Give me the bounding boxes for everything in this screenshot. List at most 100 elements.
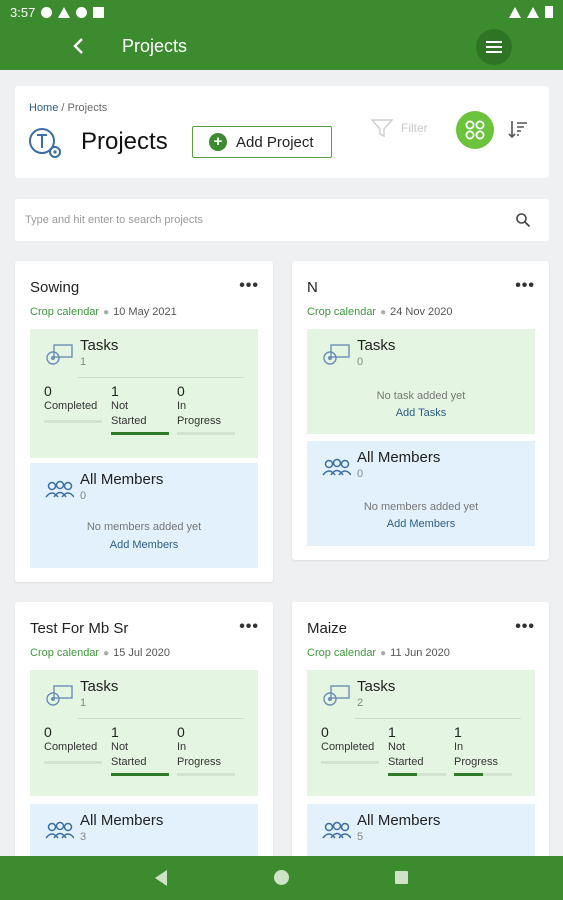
tasks-count: 1 <box>80 697 87 709</box>
tasks-title: Tasks <box>80 678 119 695</box>
no-members-message: No members added yet <box>363 501 479 513</box>
not-started-bar <box>111 432 169 435</box>
breadcrumb-home-link[interactable]: Home <box>29 102 58 114</box>
grid-view-toggle[interactable] <box>456 111 494 149</box>
tasks-divider <box>355 718 521 719</box>
signal-icon <box>527 6 539 18</box>
filter-button[interactable]: Filter <box>371 118 428 138</box>
page-title: Projects <box>81 128 168 155</box>
in-progress-bar <box>177 432 235 435</box>
sync-icon <box>76 6 88 18</box>
members-group-icon <box>45 480 74 498</box>
project-settings-icon <box>29 128 61 158</box>
completed-count: 0 <box>321 724 329 740</box>
search-bar <box>15 199 549 241</box>
not-started-bar <box>388 773 446 776</box>
sort-icon[interactable] <box>508 119 528 139</box>
meta-separator-dot: ● <box>380 306 387 318</box>
add-project-button[interactable]: + Add Project <box>192 126 332 158</box>
members-group-icon <box>322 458 351 476</box>
completed-bar <box>44 761 102 764</box>
members-section: All Members 5 <box>307 804 535 862</box>
not-started-bar-fill <box>111 432 169 435</box>
no-tasks-message: No task added yet <box>376 390 466 402</box>
in-progress-bar <box>177 773 235 776</box>
nav-back-icon[interactable] <box>155 870 167 886</box>
project-meta: Crop calendar ● 24 Nov 2020 <box>307 306 453 318</box>
nav-home-icon[interactable] <box>274 870 289 885</box>
menu-button[interactable] <box>476 29 512 65</box>
stat-not-started: 1 Not Started <box>388 724 446 776</box>
back-button[interactable] <box>66 33 92 59</box>
meta-separator-dot: ● <box>103 647 110 659</box>
in-progress-bar-fill <box>454 773 483 776</box>
project-card-maize[interactable]: Maize ••• Crop calendar ● 11 Jun 2020 Ta… <box>292 602 549 862</box>
stat-in-progress: 1 In Progress <box>454 724 512 776</box>
tasks-count: 1 <box>80 356 87 368</box>
add-project-label: Add Project <box>236 133 314 151</box>
add-members-link[interactable]: Add Members <box>307 518 535 530</box>
project-date: 10 May 2021 <box>113 306 177 318</box>
in-progress-label-1: In <box>454 741 464 753</box>
members-title: All Members <box>357 449 441 466</box>
projects-header: Home / Projects Projects + Add Project F… <box>15 86 549 178</box>
project-date: 11 Jun 2020 <box>390 647 450 659</box>
stat-completed: 0 Completed <box>44 383 102 423</box>
not-started-label-2: Started <box>388 756 424 768</box>
add-members-link[interactable]: Add Members <box>30 539 258 551</box>
meta-separator-dot: ● <box>103 306 110 318</box>
not-started-bar-fill <box>111 773 169 776</box>
not-started-label-1: Not <box>111 400 129 412</box>
tasks-title: Tasks <box>357 678 396 695</box>
project-card-sowing[interactable]: Sowing ••• Crop calendar ● 10 May 2021 T… <box>15 261 273 582</box>
tasks-section: Tasks 1 0 Completed 1 Not Started 0 In P… <box>30 670 258 796</box>
project-name: Test For Mb Sr <box>30 620 129 637</box>
project-card-n[interactable]: N ••• Crop calendar ● 24 Nov 2020 Tasks … <box>292 261 549 560</box>
filter-icon <box>371 119 393 138</box>
search-icon[interactable] <box>515 212 531 228</box>
more-options-icon[interactable]: ••• <box>515 618 535 636</box>
members-count: 3 <box>80 831 87 843</box>
in-progress-label-1: In <box>177 741 187 753</box>
breadcrumb-current: Projects <box>67 102 108 114</box>
project-tag: Crop calendar <box>307 647 377 659</box>
tasks-title: Tasks <box>80 337 119 354</box>
nav-recents-icon[interactable] <box>395 871 408 884</box>
tasks-divider <box>78 718 244 719</box>
in-progress-count: 0 <box>177 383 185 399</box>
wifi-icon <box>509 6 521 18</box>
more-options-icon[interactable]: ••• <box>515 277 535 295</box>
more-options-icon[interactable]: ••• <box>239 618 259 636</box>
completed-label: Completed <box>321 741 375 753</box>
not-started-count: 1 <box>111 383 119 399</box>
search-input[interactable] <box>25 206 505 234</box>
stat-completed: 0 Completed <box>321 724 379 764</box>
members-section: All Members 0 No members added yet Add M… <box>307 441 535 546</box>
project-card-test-for-mb-sr[interactable]: Test For Mb Sr ••• Crop calendar ● 15 Ju… <box>15 602 273 862</box>
project-date: 15 Jul 2020 <box>113 647 171 659</box>
completed-label: Completed <box>44 741 98 753</box>
in-progress-label-2: Progress <box>177 756 222 768</box>
add-tasks-link[interactable]: Add Tasks <box>307 407 535 419</box>
members-group-icon <box>45 821 74 839</box>
project-tag: Crop calendar <box>307 306 377 318</box>
plus-circle-icon: + <box>209 133 227 151</box>
arrow-back-icon <box>73 38 83 54</box>
project-meta: Crop calendar ● 10 May 2021 <box>30 306 177 318</box>
stat-in-progress: 0 In Progress <box>177 383 235 435</box>
not-started-label-1: Not <box>388 741 406 753</box>
app-bar-title: Projects <box>122 36 188 56</box>
breadcrumb-separator: / <box>58 102 68 114</box>
members-count: 0 <box>80 490 87 502</box>
status-bar: 3:57 <box>0 0 563 24</box>
not-started-bar-fill <box>388 773 417 776</box>
meta-separator-dot: ● <box>380 647 387 659</box>
more-options-icon[interactable]: ••• <box>239 277 259 295</box>
members-title: All Members <box>80 471 164 488</box>
warning-icon <box>58 6 71 18</box>
not-started-label-1: Not <box>111 741 129 753</box>
not-started-count: 1 <box>388 724 396 740</box>
grid-icon <box>465 120 485 140</box>
hamburger-icon <box>486 41 502 53</box>
completed-bar <box>44 420 102 423</box>
